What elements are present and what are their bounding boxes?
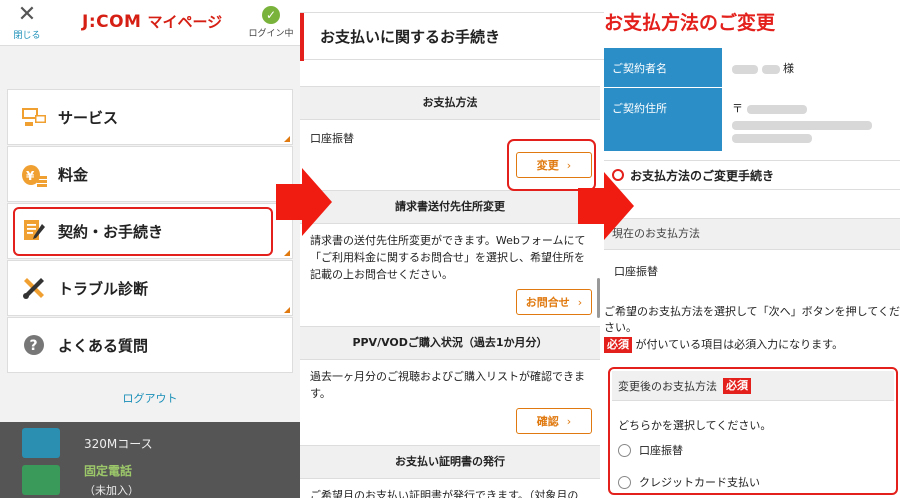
redacted-address [732, 120, 872, 130]
radio-credit-card[interactable]: クレジットカード支払い [618, 474, 760, 490]
section-header-payment-method: お支払方法 [300, 86, 600, 120]
header-spacer [0, 46, 300, 72]
app-header: ✕ 閉じる J:COM マイページ ✓ ログイン中 [0, 0, 300, 46]
redacted-name [732, 64, 758, 74]
redacted-postal [746, 104, 807, 114]
contract-info-table: ご契約者名 様 ご契約住所 〒 [604, 48, 900, 152]
section-title: お支払方法のご変更手続き [604, 160, 900, 190]
selector-header: 変更後のお支払方法 必須 [612, 371, 894, 401]
radio-bank-transfer[interactable]: 口座振替 [618, 442, 683, 458]
required-badge: 必須 [723, 377, 751, 394]
ppv-text: 過去一ヶ月分のご視聴およびご購入リストが確認できます。 [310, 370, 585, 400]
title-accent-bar [300, 13, 304, 61]
menu-item-faq[interactable]: ? よくある質問 [7, 317, 293, 373]
tools-icon [20, 274, 48, 302]
redacted-address [732, 134, 812, 143]
confirm-button[interactable]: 確認 › [516, 408, 592, 434]
certificate-text: ご希望月のお支払い証明書が発行できます。（対象月の [310, 489, 579, 498]
step-arrow-icon [276, 168, 332, 236]
close-icon: ✕ [17, 2, 37, 27]
internet-row: 320Mコース [22, 428, 153, 458]
address-row: ご契約住所 〒 [604, 88, 900, 152]
close-button[interactable]: ✕ 閉じる [10, 2, 44, 42]
payment-method-selector: 変更後のお支払方法 必須 どちらかを選択してください。 口座振替 クレジットカー… [608, 367, 898, 495]
checkmark-icon: ✓ [262, 6, 280, 24]
menu-item-service[interactable]: サービス [7, 89, 293, 145]
current-method-label: 現在のお支払方法 [604, 218, 900, 250]
section-header-ppv: PPV/VODご購入状況（過去1か月分） [300, 326, 600, 360]
page-title: お支払いに関するお手続き [300, 12, 604, 61]
current-method-value: 口座振替 [614, 265, 658, 278]
radio-circle[interactable] [618, 443, 631, 457]
payment-change-panel: お支払方法のご変更 ご契約者名 様 ご契約住所 〒 お支払方法のご変更手続き 現… [604, 0, 900, 498]
login-status: ✓ ログイン中 [248, 6, 294, 39]
chevron-right-icon: › [577, 295, 583, 309]
payment-procedures-panel: お支払いに関するお手続き お支払方法 口座振替 変更 › 請求書送付先住所変更 請… [300, 0, 604, 498]
svg-text:¥: ¥ [26, 169, 35, 183]
corner-marker [284, 136, 290, 142]
jcom-logo: J:COM マイページ [82, 12, 223, 32]
corner-marker [284, 307, 290, 313]
radio-circle[interactable] [618, 475, 631, 489]
billing-address-text: 請求書の送付先住所変更ができます。Webフォームにて「ご利用料金に関するお問合せ… [310, 234, 586, 281]
background-page: 320Mコース 固定電話 （未加入） [0, 422, 300, 498]
menu-item-fees[interactable]: ¥ 料金 [7, 146, 293, 202]
mypage-menu-panel: ✕ 閉じる J:COM マイページ ✓ ログイン中 サービス ¥ 料金 契約・お手… [0, 0, 300, 498]
corner-marker [284, 250, 290, 256]
redacted-name [761, 64, 780, 74]
contact-button[interactable]: お問合せ › [516, 289, 592, 315]
instruction-text: ご希望のお支払方法を選択して「次へ」ボタンを押してください。 [604, 305, 900, 334]
step-arrow-icon [578, 172, 634, 240]
select-prompt: どちらかを選択してください。 [618, 419, 772, 432]
section-header-billing-address: 請求書送付先住所変更 [300, 190, 600, 224]
devices-icon [20, 103, 48, 131]
contractor-row: ご契約者名 様 [604, 48, 900, 88]
menu-item-troubleshoot[interactable]: トラブル診断 [7, 260, 293, 316]
chevron-right-icon: › [566, 414, 572, 428]
page-title: お支払方法のご変更 [604, 12, 776, 34]
highlight-contract [13, 207, 273, 256]
required-badge: 必須 [604, 337, 632, 353]
computer-icon [22, 428, 60, 458]
required-note: 必須 が付いている項目は必須入力になります。 [604, 337, 900, 353]
logout-link[interactable]: ログアウト [0, 390, 300, 406]
phone-row: 固定電話 （未加入） [22, 462, 139, 498]
money-bag-icon: ¥ [20, 160, 48, 188]
section-header-certificate: お支払い証明書の発行 [300, 445, 600, 479]
scrollbar[interactable] [597, 278, 600, 318]
svg-text:?: ? [30, 338, 38, 354]
question-icon: ? [20, 331, 48, 359]
phone-icon [22, 465, 60, 495]
